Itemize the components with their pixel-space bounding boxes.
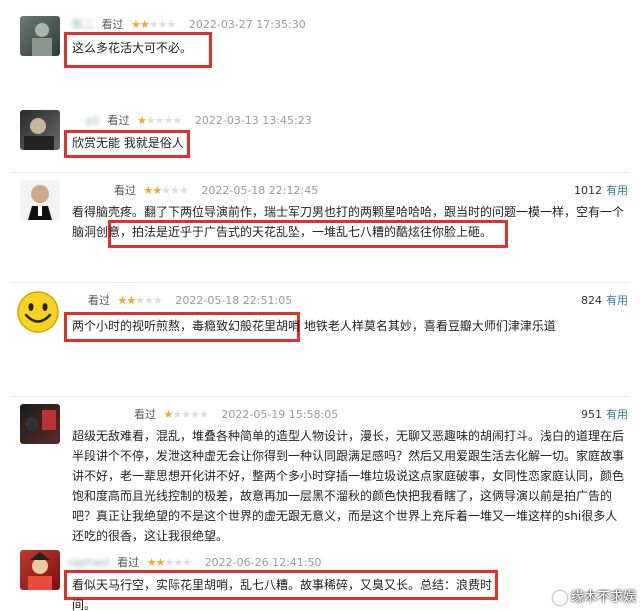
star-filled-icon: ★ <box>152 184 162 197</box>
watched-label: 看过 <box>101 18 124 31</box>
avatar-image <box>28 552 52 590</box>
avatar[interactable] <box>20 110 60 150</box>
username[interactable]: raphael <box>68 556 110 569</box>
review-time: 2022-03-27 17:35:30 <box>188 18 306 31</box>
review-time: 2022-03-13 13:45:23 <box>194 114 312 127</box>
review-time: 2022-05-18 22:12:45 <box>201 184 319 197</box>
star-filled-icon: ★ <box>136 114 147 127</box>
rating-stars: ★★★★★ <box>144 184 189 197</box>
star-empty-icon: ★ <box>172 408 182 421</box>
avatar[interactable] <box>20 180 60 220</box>
avatar-image <box>32 23 52 56</box>
review-text: 两个小时的视听煎熬，毒瘾致幻般花里胡哨 地铁老人样莫名其妙，喜看豆瓣大师们津津乐… <box>72 316 628 336</box>
review-highlight: 拍法是近乎于广告式的天花乱坠，一堆乱七八糟的酷炫往你脸上砸。 <box>132 225 493 239</box>
rating-stars: ★★★★★ <box>118 294 163 307</box>
review-time: 2022-05-19 15:58:05 <box>221 408 339 421</box>
watched-label: 看过 <box>107 114 130 127</box>
avatar-image <box>24 118 54 150</box>
review-item: 陈二 看过 ★★★★★ 2022-03-27 17:35:30 这么多花活大可不… <box>0 0 640 80</box>
vote-number: 951 <box>581 408 602 421</box>
star-empty-icon: ★ <box>153 294 163 307</box>
star-filled-icon: ★ <box>155 556 166 569</box>
avatar[interactable] <box>20 404 60 444</box>
star-empty-icon: ★ <box>179 184 189 197</box>
review-highlight: 两个小时的视听煎熬，毒瘾致幻般花里胡哨 <box>72 319 301 333</box>
review-item: 看过 ★★★★★ 2022-05-19 15:58:05 951 有用 超级无敌难… <box>0 400 640 543</box>
avatar[interactable] <box>20 550 60 590</box>
review-text: 超级无敌难看，混乱，堆叠各种简单的造型人物设计，漫长，无聊又恶趣味的胡闹打斗。浅… <box>72 426 628 546</box>
star-empty-icon: ★ <box>170 184 180 197</box>
star-empty-icon: ★ <box>161 184 171 197</box>
star-empty-icon: ★ <box>148 18 159 31</box>
review-meta: p2 看过 ★★★★★ 2022-03-13 13:45:23 <box>86 112 312 128</box>
review-time: 2022-05-18 22:51:05 <box>175 294 293 307</box>
useful-button[interactable]: 有用 <box>606 294 628 307</box>
star-empty-icon: ★ <box>157 18 168 31</box>
avatar-image <box>28 185 52 220</box>
vote-number: 824 <box>581 294 602 307</box>
review-highlight: 这么多花活大可不必。 <box>72 41 193 55</box>
star-empty-icon: ★ <box>135 294 145 307</box>
star-filled-icon: ★ <box>139 18 150 31</box>
useful-button[interactable]: 有用 <box>606 184 628 197</box>
watched-label: 看过 <box>117 556 140 569</box>
review-text: 欣赏无能 我就是俗人 <box>72 133 184 153</box>
star-empty-icon: ★ <box>181 408 191 421</box>
review-item: p2 看过 ★★★★★ 2022-03-13 13:45:23 欣赏无能 我就是… <box>0 100 640 160</box>
rating-stars: ★★★★★ <box>136 114 182 127</box>
rating-stars: ★★★★★ <box>131 18 177 31</box>
vote-count: 951 有用 <box>581 406 628 422</box>
review-content: 地铁老人样莫名其妙，喜看豆瓣大师们津津乐道 <box>300 319 556 333</box>
watermark-text: 缘木不求娱 <box>570 590 636 605</box>
review-item: 看过 ★★★★★ 2022-05-18 22:51:05 824 有用 两个小时的… <box>0 286 640 356</box>
star-empty-icon: ★ <box>166 18 177 31</box>
avatar-image <box>25 410 56 431</box>
review-content: 超级无敌难看，混乱，堆叠各种简单的造型人物设计，漫长，无聊又恶趣味的胡闹打斗。浅… <box>72 429 625 543</box>
divider <box>10 172 630 173</box>
divider <box>10 396 630 397</box>
star-empty-icon: ★ <box>154 114 165 127</box>
vote-number: 1012 <box>574 184 602 197</box>
rating-stars: ★★★★★ <box>164 408 209 421</box>
star-empty-icon: ★ <box>199 408 209 421</box>
review-time: 2022-06-26 12:41:50 <box>204 556 322 569</box>
avatar[interactable] <box>20 16 60 56</box>
star-filled-icon: ★ <box>126 294 136 307</box>
review-meta: raphael 看过 ★★★★★ 2022-06-26 12:41:50 <box>68 554 322 570</box>
star-empty-icon: ★ <box>190 408 200 421</box>
watched-label: 看过 <box>134 408 156 421</box>
avatar[interactable] <box>16 290 60 334</box>
review-item: 看过 ★★★★★ 2022-05-18 22:12:45 1012 有用 看得脑壳… <box>0 176 640 276</box>
divider <box>10 282 630 283</box>
review-text: 这么多花活大可不必。 <box>72 38 192 58</box>
review-meta: 看过 ★★★★★ 2022-05-18 22:12:45 <box>110 182 318 198</box>
watermark: 缘木不求娱 <box>552 586 636 605</box>
star-empty-icon: ★ <box>172 114 182 127</box>
username[interactable]: p2 <box>86 114 100 127</box>
review-item: raphael 看过 ★★★★★ 2022-06-26 12:41:50 看似天… <box>0 548 640 611</box>
review-text: 看似天马行空，实际花里胡哨，乱七八糟。故事稀碎，又臭又长。总结：浪费时间。 <box>72 575 502 611</box>
review-meta: 看过 ★★★★★ 2022-05-18 22:51:05 <box>84 292 292 308</box>
star-empty-icon: ★ <box>144 294 154 307</box>
star-empty-icon: ★ <box>173 556 183 569</box>
watched-label: 看过 <box>88 294 110 307</box>
review-meta: 看过 ★★★★★ 2022-05-19 15:58:05 <box>130 406 338 422</box>
review-highlight: 看似天马行空，实际花里胡哨，乱七八糟。故事稀碎，又臭又长。总结：浪费时间。 <box>72 578 493 611</box>
review-meta: 陈二 看过 ★★★★★ 2022-03-27 17:35:30 <box>72 16 306 32</box>
rating-stars: ★★★★★ <box>146 556 192 569</box>
review-text: 看得脑壳疼。翻了下两位导演前作，瑞士军刀男也打的两颗星哈哈哈，跟当时的问题一模一… <box>72 202 628 242</box>
star-filled-icon: ★ <box>131 18 141 31</box>
star-filled-icon: ★ <box>146 556 157 569</box>
star-empty-icon: ★ <box>182 556 192 569</box>
vote-count: 824 有用 <box>581 292 628 308</box>
username[interactable]: 陈二 <box>72 18 94 31</box>
useful-button[interactable]: 有用 <box>606 408 628 421</box>
watermark-icon <box>552 590 567 605</box>
star-empty-icon: ★ <box>145 114 156 127</box>
vote-count: 1012 有用 <box>574 182 628 198</box>
review-highlight: 欣赏无能 我就是俗人 <box>72 136 184 150</box>
watched-label: 看过 <box>114 184 136 197</box>
smiley-icon <box>17 291 59 333</box>
